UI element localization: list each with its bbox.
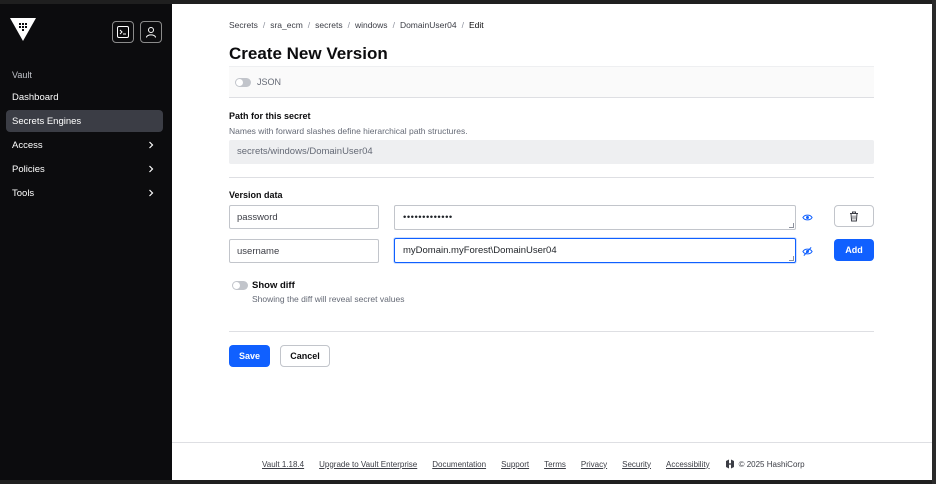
- chevron-right-icon: [149, 165, 154, 173]
- breadcrumb-separator: /: [262, 20, 266, 30]
- json-toggle-label: JSON: [257, 77, 282, 87]
- footer-link-upgrade[interactable]: Upgrade to Vault Enterprise: [319, 460, 417, 469]
- show-diff-row: Show diff: [232, 280, 295, 291]
- breadcrumb-separator: /: [392, 20, 395, 30]
- json-toggle[interactable]: [235, 77, 251, 87]
- resize-handle[interactable]: [789, 223, 794, 228]
- main-content: Secrets / sra_ecm / secrets / windows / …: [172, 4, 932, 442]
- cancel-button[interactable]: Cancel: [280, 345, 330, 367]
- breadcrumb-separator: /: [461, 20, 465, 30]
- sidebar-item-policies[interactable]: Policies: [6, 158, 163, 180]
- divider: [229, 331, 874, 332]
- chevron-right-icon: [149, 189, 154, 197]
- add-row-button[interactable]: Add: [834, 239, 874, 261]
- console-button[interactable]: [112, 21, 134, 43]
- sidebar-item-dashboard[interactable]: Dashboard: [6, 86, 163, 108]
- resize-handle[interactable]: [789, 256, 794, 261]
- secret-key-input[interactable]: username: [229, 239, 379, 263]
- breadcrumb-current: Edit: [469, 20, 484, 30]
- secret-value-input[interactable]: •••••••••••••: [394, 205, 796, 230]
- footer-link-version[interactable]: Vault 1.18.4: [262, 460, 304, 469]
- show-diff-toggle[interactable]: [232, 281, 248, 290]
- breadcrumb-item[interactable]: Secrets: [229, 20, 258, 30]
- sidebar-item-label: Dashboard: [12, 91, 59, 103]
- breadcrumb-separator: /: [307, 20, 311, 30]
- footer-link-terms[interactable]: Terms: [544, 460, 566, 469]
- version-data-label: Version data: [229, 190, 283, 200]
- breadcrumb: Secrets / sra_ecm / secrets / windows / …: [229, 20, 484, 30]
- delete-row-button[interactable]: [834, 205, 874, 227]
- breadcrumb-item[interactable]: sra_ecm: [270, 20, 303, 30]
- secret-key-input[interactable]: password: [229, 205, 379, 229]
- sidebar-nav: Dashboard Secrets Engines Access Policie…: [6, 86, 163, 206]
- vault-logo-icon[interactable]: [10, 16, 36, 42]
- sidebar-item-access[interactable]: Access: [6, 134, 163, 156]
- secret-value-input[interactable]: myDomain.myForest\DomainUser04: [394, 238, 796, 263]
- footer-link-accessibility[interactable]: Accessibility: [666, 460, 710, 469]
- breadcrumb-item[interactable]: secrets: [315, 20, 342, 30]
- chevron-right-icon: [149, 141, 154, 149]
- show-diff-label: Show diff: [252, 280, 295, 291]
- sidebar-section-label: Vault: [12, 70, 32, 80]
- show-diff-help-text: Showing the diff will reveal secret valu…: [252, 294, 405, 304]
- page-title: Create New Version: [229, 44, 388, 63]
- sidebar: Vault Dashboard Secrets Engines Access P…: [0, 4, 172, 480]
- footer: Vault 1.18.4 Upgrade to Vault Enterprise…: [172, 442, 932, 480]
- footer-link-privacy[interactable]: Privacy: [581, 460, 607, 469]
- eye-icon[interactable]: [802, 212, 813, 223]
- footer-links: Vault 1.18.4 Upgrade to Vault Enterprise…: [262, 459, 805, 469]
- copyright: © 2025 HashiCorp: [725, 459, 805, 469]
- hashicorp-logo-icon: [725, 459, 734, 469]
- terminal-icon: [117, 26, 129, 38]
- footer-link-support[interactable]: Support: [501, 460, 529, 469]
- sidebar-item-tools[interactable]: Tools: [6, 182, 163, 204]
- user-menu-button[interactable]: [140, 21, 162, 43]
- sidebar-item-label: Secrets Engines: [12, 115, 82, 127]
- user-icon: [146, 27, 156, 38]
- secret-value-masked: •••••••••••••: [403, 212, 453, 223]
- json-toolbar: JSON: [229, 66, 874, 98]
- divider: [229, 177, 874, 178]
- trash-icon: [850, 211, 858, 221]
- sidebar-item-label: Policies: [12, 163, 45, 175]
- window-edge: [932, 0, 936, 484]
- breadcrumb-item[interactable]: windows: [355, 20, 388, 30]
- breadcrumb-separator: /: [347, 20, 350, 30]
- path-label: Path for this secret: [229, 111, 311, 121]
- sidebar-item-label: Access: [12, 139, 43, 151]
- eye-off-icon[interactable]: [802, 246, 813, 257]
- save-button[interactable]: Save: [229, 345, 270, 367]
- path-help-text: Names with forward slashes define hierar…: [229, 126, 468, 136]
- footer-link-documentation[interactable]: Documentation: [432, 460, 486, 469]
- copyright-text: © 2025 HashiCorp: [738, 459, 805, 469]
- footer-link-security[interactable]: Security: [622, 460, 651, 469]
- path-input: secrets/windows/DomainUser04: [229, 140, 874, 164]
- sidebar-item-label: Tools: [12, 187, 35, 199]
- breadcrumb-item[interactable]: DomainUser04: [400, 20, 457, 30]
- sidebar-item-secrets-engines[interactable]: Secrets Engines: [6, 110, 163, 132]
- secret-value-text: myDomain.myForest\DomainUser04: [403, 245, 557, 256]
